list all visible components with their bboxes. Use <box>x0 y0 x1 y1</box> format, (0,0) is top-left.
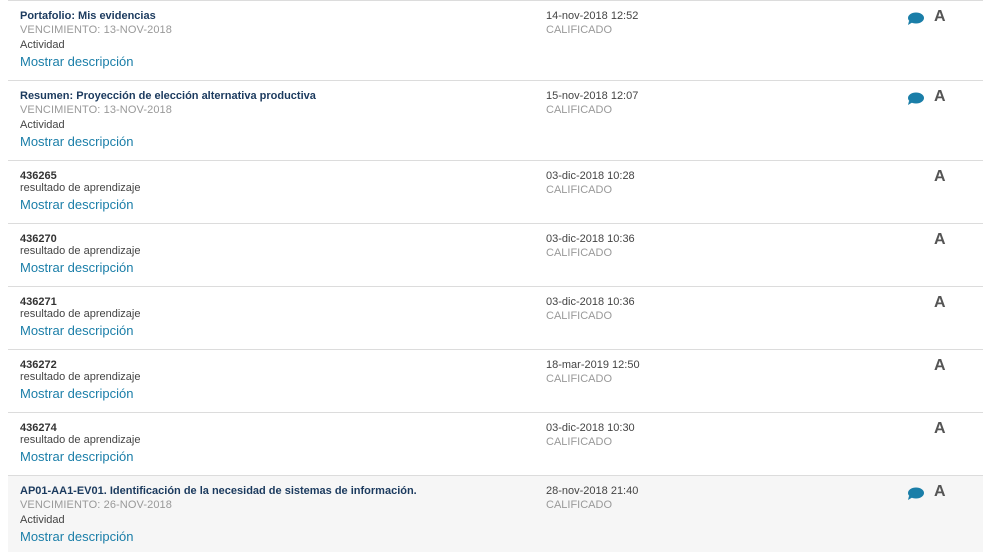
item-info: Resumen: Proyección de elección alternat… <box>20 90 316 150</box>
item-type: Actividad <box>20 119 65 131</box>
grade-row: AP01-AA1-EV01. Identificación de la nece… <box>8 476 983 552</box>
grade-value: A <box>934 483 946 500</box>
item-type: resultado de aprendizaje <box>20 371 141 383</box>
grade-value: A <box>934 168 946 185</box>
item-title: 436274 <box>20 422 57 434</box>
submission-date: 03-dic-2018 10:36 <box>546 233 635 245</box>
item-info: 436265 resultado de aprendizaje Mostrar … <box>20 170 140 213</box>
status-label: CALIFICADO <box>546 24 613 36</box>
submission-date: 03-dic-2018 10:30 <box>546 422 635 434</box>
submission-date: 03-dic-2018 10:36 <box>546 296 635 308</box>
show-description-link[interactable]: Mostrar descripción <box>20 259 140 276</box>
show-description-link[interactable]: Mostrar descripción <box>20 322 140 339</box>
submission-date: 14-nov-2018 12:52 <box>546 10 639 22</box>
grade-cell: A <box>906 88 966 108</box>
submission-info: 28-nov-2018 21:40 CALIFICADO <box>546 485 638 514</box>
grade-cell: A <box>906 357 966 377</box>
grade-row: 436265 resultado de aprendizaje Mostrar … <box>8 161 983 224</box>
status-label: CALIFICADO <box>546 436 613 448</box>
grade-cell: A <box>906 8 966 28</box>
submission-info: 18-mar-2019 12:50 CALIFICADO <box>546 359 640 388</box>
submission-info: 15-nov-2018 12:07 CALIFICADO <box>546 90 638 119</box>
submission-date: 28-nov-2018 21:40 <box>546 485 639 497</box>
grade-value: A <box>934 88 946 105</box>
item-type: Actividad <box>20 514 65 526</box>
item-type: Actividad <box>20 39 65 51</box>
submission-info: 03-dic-2018 10:36 CALIFICADO <box>546 233 635 262</box>
status-label: CALIFICADO <box>546 373 613 385</box>
grade-value: A <box>934 420 946 437</box>
due-date: VENCIMIENTO: 13-NOV-2018 <box>20 104 172 116</box>
grade-cell: A <box>906 483 966 503</box>
item-title: 436272 <box>20 359 57 371</box>
item-type: resultado de aprendizaje <box>20 182 141 194</box>
status-label: CALIFICADO <box>546 184 613 196</box>
show-description-link[interactable]: Mostrar descripción <box>20 133 316 150</box>
item-title: 436265 <box>20 170 57 182</box>
item-type: resultado de aprendizaje <box>20 245 141 257</box>
grade-cell: A <box>906 294 966 314</box>
grades-list: Portafolio: Mis evidencias VENCIMIENTO: … <box>8 0 983 552</box>
item-title[interactable]: Resumen: Proyección de elección alternat… <box>20 90 316 102</box>
submission-info: 03-dic-2018 10:28 CALIFICADO <box>546 170 635 199</box>
status-label: CALIFICADO <box>546 104 613 116</box>
show-description-link[interactable]: Mostrar descripción <box>20 385 140 402</box>
grade-value: A <box>934 357 946 374</box>
item-title[interactable]: AP01-AA1-EV01. Identificación de la nece… <box>20 485 417 497</box>
show-description-link[interactable]: Mostrar descripción <box>20 528 417 545</box>
grade-row: 436270 resultado de aprendizaje Mostrar … <box>8 224 983 287</box>
item-info: 436272 resultado de aprendizaje Mostrar … <box>20 359 140 402</box>
grade-value: A <box>934 231 946 248</box>
grade-row: 436272 resultado de aprendizaje Mostrar … <box>8 350 983 413</box>
grade-row: Portafolio: Mis evidencias VENCIMIENTO: … <box>8 1 983 81</box>
submission-date: 03-dic-2018 10:28 <box>546 170 635 182</box>
show-description-link[interactable]: Mostrar descripción <box>20 196 140 213</box>
show-description-link[interactable]: Mostrar descripción <box>20 53 172 70</box>
status-label: CALIFICADO <box>546 310 613 322</box>
item-info: Portafolio: Mis evidencias VENCIMIENTO: … <box>20 10 172 70</box>
item-type: resultado de aprendizaje <box>20 308 141 320</box>
comment-bubble-icon[interactable] <box>907 487 924 501</box>
submission-info: 14-nov-2018 12:52 CALIFICADO <box>546 10 638 39</box>
grade-value: A <box>934 8 946 25</box>
comment-bubble-icon[interactable] <box>907 12 924 26</box>
item-info: 436274 resultado de aprendizaje Mostrar … <box>20 422 140 465</box>
comment-bubble-icon[interactable] <box>907 92 924 106</box>
item-info: AP01-AA1-EV01. Identificación de la nece… <box>20 485 417 545</box>
item-type: resultado de aprendizaje <box>20 434 141 446</box>
submission-date: 18-mar-2019 12:50 <box>546 359 640 371</box>
status-label: CALIFICADO <box>546 247 613 259</box>
grade-row: 436274 resultado de aprendizaje Mostrar … <box>8 413 983 476</box>
status-label: CALIFICADO <box>546 499 613 511</box>
grade-row: 436271 resultado de aprendizaje Mostrar … <box>8 287 983 350</box>
submission-info: 03-dic-2018 10:36 CALIFICADO <box>546 296 635 325</box>
show-description-link[interactable]: Mostrar descripción <box>20 448 140 465</box>
grade-cell: A <box>906 420 966 440</box>
item-title: 436270 <box>20 233 57 245</box>
due-date: VENCIMIENTO: 13-NOV-2018 <box>20 24 172 36</box>
grade-value: A <box>934 294 946 311</box>
grade-cell: A <box>906 231 966 251</box>
grade-row: Resumen: Proyección de elección alternat… <box>8 81 983 161</box>
submission-info: 03-dic-2018 10:30 CALIFICADO <box>546 422 635 451</box>
item-info: 436270 resultado de aprendizaje Mostrar … <box>20 233 140 276</box>
item-title[interactable]: Portafolio: Mis evidencias <box>20 10 172 22</box>
item-info: 436271 resultado de aprendizaje Mostrar … <box>20 296 140 339</box>
submission-date: 15-nov-2018 12:07 <box>546 90 639 102</box>
item-title: 436271 <box>20 296 57 308</box>
due-date: VENCIMIENTO: 26-NOV-2018 <box>20 499 172 511</box>
grade-cell: A <box>906 168 966 188</box>
